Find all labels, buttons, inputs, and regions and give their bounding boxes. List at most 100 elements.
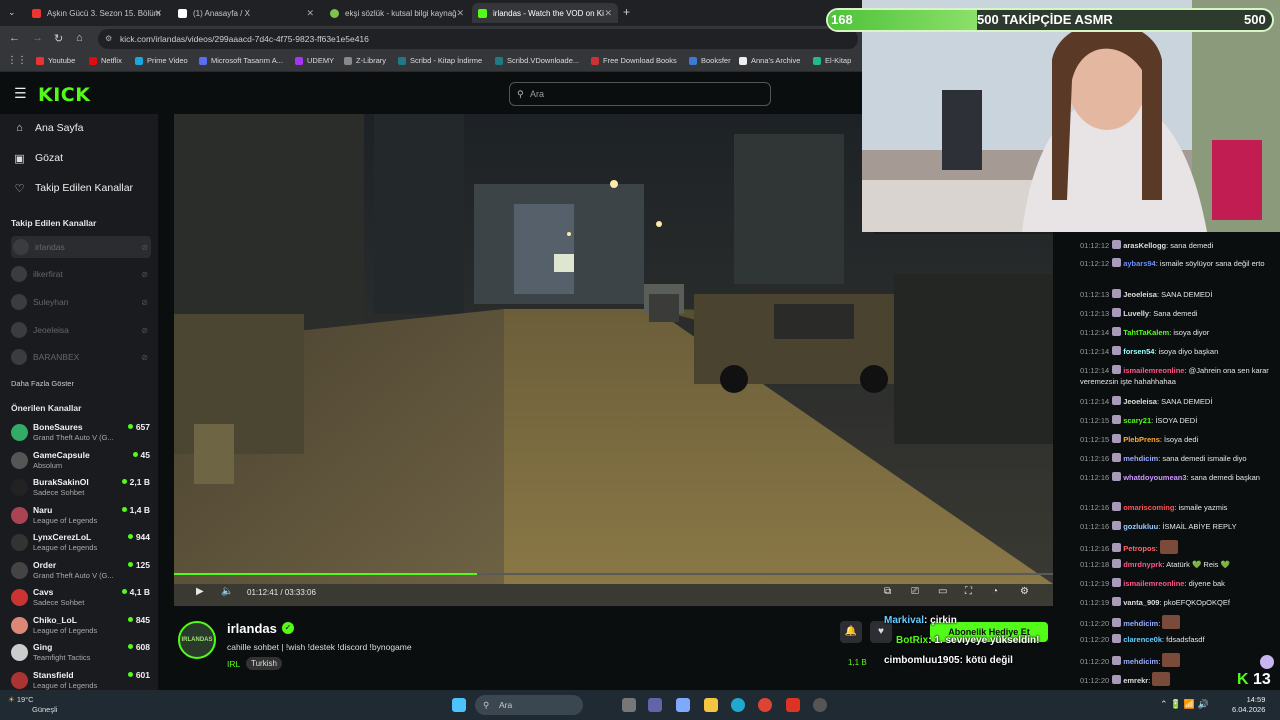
bookmark-zlibrary[interactable]: Z-Library xyxy=(344,56,386,65)
chat-message[interactable]: 01:12:13 Jeoeleisa: SANA DEMEDİ xyxy=(1080,289,1276,300)
recommended-channel[interactable]: Cavs Sadece Sohbet 4,1 B xyxy=(11,585,151,611)
chat-username[interactable]: Petropos xyxy=(1123,544,1156,553)
tray-icons[interactable]: ⌃ 🔋 📶 🔊 xyxy=(1160,699,1209,710)
clip-icon[interactable]: ⎚ xyxy=(911,586,919,597)
chat-username[interactable]: scary21 xyxy=(1123,416,1151,425)
chat-username[interactable]: omariscoming xyxy=(1123,503,1174,512)
chat-message[interactable]: 01:12:20 mehdicim: xyxy=(1080,653,1276,667)
chat-message[interactable]: 01:12:15 scary21: İSOYA DEDİ xyxy=(1080,415,1276,426)
file-explorer-icon[interactable] xyxy=(704,698,718,712)
play-icon[interactable]: ▶ xyxy=(196,586,204,597)
chat-username[interactable]: aybars94 xyxy=(1123,259,1156,268)
recommended-channel[interactable]: LynxCerezLoL League of Legends 944 xyxy=(11,530,151,556)
volume-icon[interactable]: 🔈 xyxy=(221,586,233,597)
nav-following[interactable]: ♡ Takip Edilen Kanallar xyxy=(14,182,134,195)
teams-icon[interactable] xyxy=(648,698,662,712)
notification-bell-icon[interactable]: 🔔 xyxy=(840,621,862,643)
browser-tab-3[interactable]: ekşi sözlük - kutsal bilgi kaynağ ✕ xyxy=(324,3,470,23)
chat-username[interactable]: vanta_909 xyxy=(1123,598,1159,607)
kick-logo[interactable]: KICK xyxy=(38,84,90,106)
taskbar-search[interactable]: ⚲ Ara xyxy=(475,695,583,715)
close-icon[interactable]: ✕ xyxy=(306,8,314,19)
bookmark-booksfer[interactable]: Booksfer xyxy=(689,56,731,65)
chat-username[interactable]: mehdicim xyxy=(1123,454,1158,463)
search-input[interactable]: ⚲ Ara xyxy=(509,82,771,106)
emote-picker-icon[interactable] xyxy=(1260,655,1274,669)
close-icon[interactable]: ✕ xyxy=(456,8,464,19)
chat-username[interactable]: forsen54 xyxy=(1123,347,1154,356)
chat-message[interactable]: 01:12:16 omariscoming: ismaile yazmis xyxy=(1080,502,1276,513)
chat-username[interactable]: Luvelly xyxy=(1123,309,1149,318)
chat-message[interactable]: 01:12:13 Luvelly: Sana demedi xyxy=(1080,308,1276,319)
followed-channel[interactable]: Jeoeleisa ⊘ xyxy=(11,319,151,341)
weather-widget[interactable]: ☀ 19°C Güneşli xyxy=(8,695,57,715)
speed-icon[interactable]: ◔ xyxy=(992,586,998,597)
recommended-channel[interactable]: Chiko_LoL League of Legends 845 xyxy=(11,613,151,639)
category-link[interactable]: IRL xyxy=(227,659,240,669)
chat-username[interactable]: PlebPrens xyxy=(1123,435,1160,444)
task-view-icon[interactable] xyxy=(622,698,636,712)
settings-icon[interactable]: ⚙ xyxy=(1020,586,1029,597)
copilot-icon[interactable] xyxy=(676,698,690,712)
chat-message[interactable]: 01:12:14 forsen54: isoya diyo başkan xyxy=(1080,346,1276,357)
menu-icon[interactable]: ☰ xyxy=(14,85,27,102)
chat-username[interactable]: dmrdnyprk xyxy=(1123,560,1162,569)
bookmark-udemy[interactable]: UDEMY xyxy=(295,56,334,65)
chat-message[interactable]: 01:12:16 Petropos: xyxy=(1080,540,1276,554)
bookmark-prime-video[interactable]: Prime Video xyxy=(135,56,188,65)
chat-username[interactable]: TahtTaKalem xyxy=(1123,328,1169,337)
nav-home[interactable]: ⌂ Ana Sayfa xyxy=(14,122,83,134)
chat-message[interactable]: 01:12:18 dmrdnyprk: Atatürk 💚 Reis 💚 xyxy=(1080,559,1276,570)
chrome-icon[interactable] xyxy=(758,698,772,712)
chat-message[interactable]: 01:12:19 ismailemreonline: diyene bak xyxy=(1080,578,1276,589)
bookmark-netflix[interactable]: Netflix xyxy=(89,56,122,65)
channel-name[interactable]: irlandas xyxy=(227,621,277,636)
recommended-channel[interactable]: Ging Teamfight Tactics 608 xyxy=(11,640,151,666)
show-more-link[interactable]: Daha Fazla Göster xyxy=(11,379,74,388)
chat-message[interactable]: 01:12:20 clarence0k: fdsadsfasdf xyxy=(1080,634,1276,645)
followed-channel[interactable]: irlandas ⊘ xyxy=(11,236,151,258)
chat-message[interactable]: 01:12:12 arasKellogg: sana demedi xyxy=(1080,240,1276,251)
windows-start-icon[interactable] xyxy=(452,698,466,712)
red-app-icon[interactable] xyxy=(786,698,800,712)
reload-icon[interactable]: ↻ xyxy=(54,32,63,45)
chat-username[interactable]: emrekr xyxy=(1123,676,1148,685)
followed-channel[interactable]: BARANBEX ⊘ xyxy=(11,346,151,368)
seek-bar[interactable] xyxy=(174,573,1053,575)
chat-username[interactable]: mehdicim xyxy=(1123,657,1158,666)
tab-search-icon[interactable]: ⌄ xyxy=(8,7,16,18)
language-tag[interactable]: Turkish xyxy=(246,657,282,670)
followed-channel[interactable]: ilkerfirat ⊘ xyxy=(11,263,151,285)
bookmark-el-kitap[interactable]: El-Kitap xyxy=(813,56,851,65)
browser-tab-4-active[interactable]: irlandas - Watch the VOD on Ki ✕ xyxy=(472,3,618,23)
chat-message[interactable]: 01:12:19 vanta_909: pkoEFQKOpOKQEf xyxy=(1080,597,1276,608)
miniplayer-icon[interactable]: ⧉ xyxy=(884,586,891,597)
recommended-channel[interactable]: BoneSaures Grand Theft Auto V (G... 657 xyxy=(11,420,151,446)
chat-message[interactable]: 01:12:15 PlebPrens: İsoya dedi xyxy=(1080,434,1276,445)
edge-icon[interactable] xyxy=(731,698,745,712)
recommended-channel[interactable]: BurakSakinOl Sadece Sohbet 2,1 B xyxy=(11,475,151,501)
apps-icon[interactable]: ⋮⋮ xyxy=(7,55,27,66)
recommended-channel[interactable]: Naru League of Legends 1,4 B xyxy=(11,503,151,529)
address-bar[interactable]: ⚙ kick.com/irlandas/videos/299aaacd-7d4c… xyxy=(98,29,858,49)
bookmark-free-download-books[interactable]: Free Download Books xyxy=(591,56,677,65)
chat-username[interactable]: gozlukluu xyxy=(1123,522,1158,531)
chat-message[interactable]: 01:12:20 mehdicim: xyxy=(1080,615,1276,629)
chat-username[interactable]: ismailemreonline xyxy=(1123,366,1184,375)
back-icon[interactable]: ← xyxy=(9,32,20,44)
browser-tab-1[interactable]: Aşkın Gücü 3. Sezon 15. Bölüm ✕ xyxy=(26,3,168,23)
theater-mode-icon[interactable]: ▭ xyxy=(938,586,947,597)
close-icon[interactable]: ✕ xyxy=(154,8,162,19)
chat-username[interactable]: Jeoeleisa xyxy=(1123,290,1157,299)
clock[interactable]: 14:59 6.04.2026 xyxy=(1232,695,1265,715)
chat-username[interactable]: ismailemreonline xyxy=(1123,579,1184,588)
site-info-icon[interactable]: ⚙ xyxy=(105,29,112,49)
nav-browse[interactable]: ▣ Gözat xyxy=(14,152,63,165)
followed-channel[interactable]: Suleyhan ⊘ xyxy=(11,291,151,313)
bookmark-youtube[interactable]: Youtube xyxy=(36,56,75,65)
recommended-channel[interactable]: Order Grand Theft Auto V (G... 125 xyxy=(11,558,151,584)
chat-message[interactable]: 01:12:14 Jeoeleisa: SANA DEMEDİ xyxy=(1080,396,1276,407)
chat-message[interactable]: 01:12:16 mehdicim: sana demedi ismaile di… xyxy=(1080,453,1276,464)
chat-message[interactable]: 01:12:14 TahtTaKalem: isoya diyor xyxy=(1080,327,1276,338)
forward-icon[interactable]: → xyxy=(32,32,43,44)
